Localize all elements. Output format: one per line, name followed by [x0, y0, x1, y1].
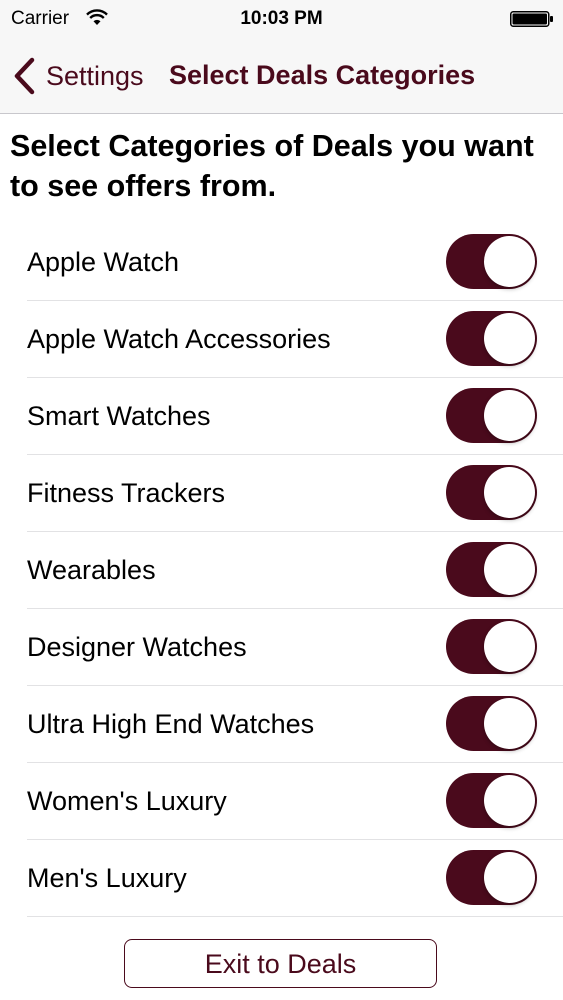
page-title: Select Deals Categories [169, 60, 476, 90]
category-label: Fitness Trackers [27, 478, 226, 508]
category-list: Apple Watch Apple Watch Accessories Smar… [0, 224, 563, 917]
category-label: Designer Watches [27, 632, 247, 662]
toggle-knob [484, 467, 535, 518]
category-toggle[interactable] [446, 388, 537, 443]
category-toggle[interactable] [446, 234, 537, 289]
category-label: Wearables [27, 555, 156, 585]
toggle-knob [484, 852, 535, 903]
toggle-knob [484, 775, 535, 826]
chevron-left-icon [14, 57, 35, 95]
category-toggle[interactable] [446, 311, 537, 366]
exit-to-deals-button[interactable]: Exit to Deals [124, 939, 437, 988]
toggle-knob [484, 698, 535, 749]
list-item: Apple Watch Accessories [0, 301, 563, 378]
list-item: Designer Watches [0, 609, 563, 686]
category-toggle[interactable] [446, 619, 537, 674]
section-heading: Select Categories of Deals you want to s… [10, 129, 534, 203]
category-label: Men's Luxury [27, 863, 187, 893]
list-item: Wearables [0, 532, 563, 609]
status-time: 10:03 PM [240, 8, 323, 29]
battery-icon [510, 11, 553, 27]
category-toggle[interactable] [446, 465, 537, 520]
back-button-label: Settings [46, 60, 144, 91]
list-item: Ultra High End Watches [0, 686, 563, 763]
list-item: Apple Watch [0, 224, 563, 301]
list-item: Women's Luxury [0, 763, 563, 840]
status-bar: Carrier 10:03 PM [0, 0, 563, 38]
toggle-knob [484, 621, 535, 672]
navigation-bar: Settings Select Deals Categories [0, 38, 563, 114]
back-button[interactable]: Settings [12, 54, 144, 98]
list-item: Men's Luxury [0, 840, 563, 917]
category-toggle[interactable] [446, 850, 537, 905]
category-label: Apple Watch [27, 247, 180, 277]
category-toggle[interactable] [446, 696, 537, 751]
toggle-knob [484, 544, 535, 595]
category-toggle[interactable] [446, 773, 537, 828]
category-label: Apple Watch Accessories [27, 324, 331, 354]
toggle-knob [484, 236, 535, 287]
category-label: Smart Watches [27, 401, 211, 431]
category-toggle[interactable] [446, 542, 537, 597]
toggle-knob [484, 390, 535, 441]
category-label: Women's Luxury [27, 786, 227, 816]
list-item: Fitness Trackers [0, 455, 563, 532]
list-item: Smart Watches [0, 378, 563, 455]
row-divider [27, 916, 563, 917]
category-label: Ultra High End Watches [27, 709, 315, 739]
toggle-knob [484, 313, 535, 364]
